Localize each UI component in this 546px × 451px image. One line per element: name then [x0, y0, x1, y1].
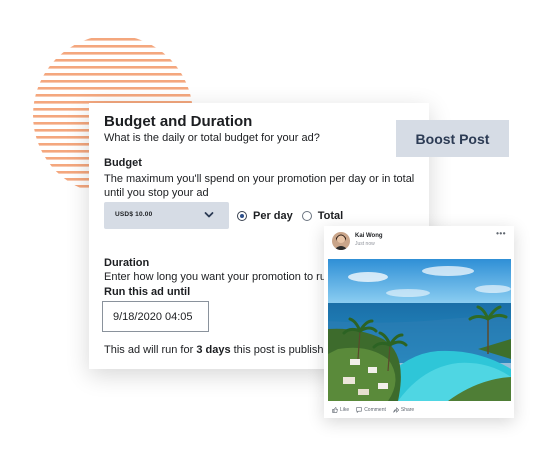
like-action[interactable]: Like [332, 407, 349, 413]
comment-label: Comment [364, 407, 386, 413]
card-subtitle: What is the daily or total budget for yo… [104, 132, 320, 144]
duration-heading: Duration [104, 257, 150, 269]
avatar[interactable] [332, 232, 350, 250]
post-preview-card: Kai Wong Just now ••• Like Comment Share [324, 226, 514, 418]
radio-label-per-day: Per day [253, 210, 293, 222]
share-icon [393, 407, 399, 413]
stripe-line [33, 80, 193, 83]
more-options-icon[interactable]: ••• [496, 229, 506, 238]
budget-heading: Budget [104, 157, 142, 169]
post-timestamp: Just now [355, 241, 375, 247]
share-action[interactable]: Share [393, 407, 414, 413]
post-photo [328, 259, 511, 401]
radio-button-unchecked[interactable] [301, 211, 312, 221]
radio-per-day[interactable]: Per day [237, 210, 293, 222]
stripe-line [33, 38, 193, 41]
post-author-name[interactable]: Kai Wong [355, 233, 383, 239]
duration-description: Enter how long you want your promotion t… [104, 271, 333, 283]
stripe-line [33, 45, 193, 48]
summary-prefix: This ad will run for [104, 344, 197, 356]
share-label: Share [400, 407, 415, 413]
radio-button-checked[interactable] [237, 211, 247, 221]
comment-icon [356, 407, 362, 413]
post-actions: Like Comment Share [332, 407, 421, 413]
boost-post-button[interactable]: Boost Post [396, 120, 509, 157]
radio-total[interactable]: Total [301, 210, 344, 222]
budget-description: The maximum you'll spend on your promoti… [104, 173, 415, 199]
like-label: Like [340, 407, 350, 413]
summary-suffix: this post is published. [230, 344, 339, 356]
stripe-line [33, 73, 193, 76]
budget-type-radio-group: Per day Total [237, 208, 343, 224]
duration-summary: This ad will run for 3 days this post is… [104, 344, 339, 356]
run-until-label: Run this ad until [104, 286, 191, 298]
stripe-line [33, 59, 193, 62]
card-title: Budget and Duration [104, 113, 253, 130]
budget-amount-value: USD$ 10.00 [115, 211, 153, 218]
chevron-down-icon [204, 212, 214, 218]
budget-amount-select[interactable]: USD$ 10.00 [104, 202, 229, 229]
comment-action[interactable]: Comment [356, 407, 386, 413]
stripe-line [33, 87, 193, 90]
run-until-date-input[interactable] [102, 301, 209, 332]
stripe-line [33, 94, 193, 97]
stripe-line [33, 66, 193, 69]
radio-label-total: Total [317, 210, 344, 222]
stripe-line [33, 52, 193, 55]
thumbs-up-icon [332, 407, 338, 413]
summary-days: 3 days [196, 344, 231, 356]
